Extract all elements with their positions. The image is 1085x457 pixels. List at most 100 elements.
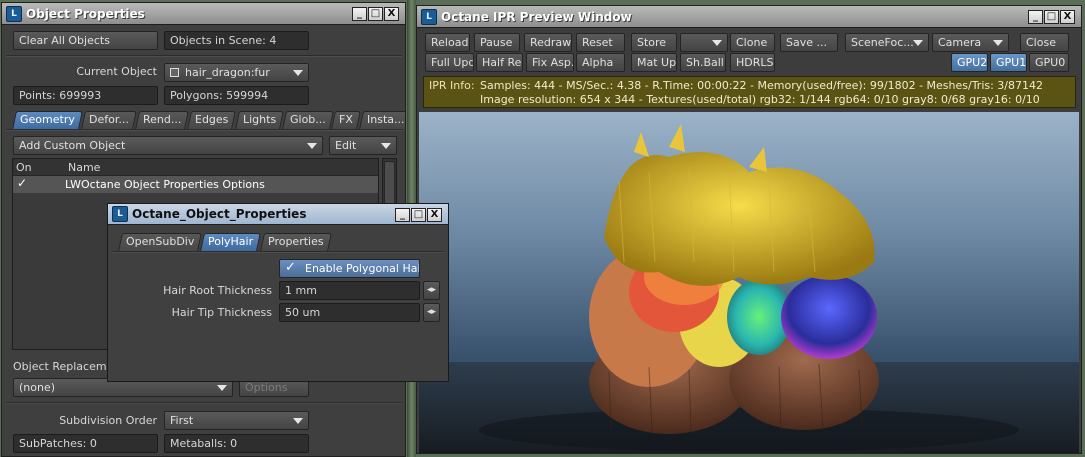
close-ipr-button[interactable]: Close xyxy=(1020,33,1069,52)
replacement-value: (none) xyxy=(19,381,56,394)
list-header: On Name xyxy=(13,159,378,176)
list-item-name: LWOctane Object Properties Options xyxy=(65,178,265,191)
clone-button[interactable]: Clone xyxy=(730,33,775,52)
add-custom-object-label: Add Custom Object xyxy=(19,139,126,152)
lightwave-app-icon: L xyxy=(421,8,437,25)
tab-underline xyxy=(112,251,444,253)
shader-ball-button[interactable]: Sh.Ball xyxy=(680,53,726,72)
hair-root-thickness-input[interactable]: 1 mm xyxy=(279,281,420,300)
half-res-button[interactable]: Half Res xyxy=(476,53,523,72)
tab-deformations[interactable]: Defor... xyxy=(80,111,137,129)
lightwave-app-icon: L xyxy=(6,5,22,22)
tab-instance[interactable]: Insta... xyxy=(359,111,405,129)
octane-dialog-tabs: OpenSubDiv PolyHair Properties xyxy=(118,233,332,251)
dialog-title: Octane_Object_Properties xyxy=(132,207,307,221)
close-button[interactable]: X xyxy=(427,208,442,222)
chevron-down-icon xyxy=(712,40,722,46)
divider xyxy=(6,55,402,57)
scene-focus-dropdown[interactable]: SceneFoc... xyxy=(845,33,929,52)
ipr-info-panel: IPR Info: Samples: 444 - MS/Sec.: 4.38 -… xyxy=(423,76,1076,108)
minimize-button[interactable]: _ xyxy=(352,7,367,21)
subpatches-readout: SubPatches: 0 xyxy=(13,434,158,453)
subdivision-order-value: First xyxy=(170,414,194,427)
metaballs-readout: Metaballs: 0 xyxy=(164,434,309,453)
resolution-stats: Image resolution: 654 x 344 - Textures(u… xyxy=(480,93,1040,106)
tab-global[interactable]: Glob... xyxy=(281,111,334,129)
store-button[interactable]: Store xyxy=(631,33,677,52)
object-properties-titlebar[interactable]: L Object Properties _ □ X xyxy=(2,3,405,25)
chevron-down-icon xyxy=(381,143,391,149)
ipr-info-label: IPR Info: xyxy=(429,79,475,92)
tab-opensubdiv[interactable]: OpenSubDiv xyxy=(118,233,203,251)
tab-underline xyxy=(6,129,402,131)
add-custom-object-dropdown[interactable]: Add Custom Object xyxy=(13,136,323,155)
maximize-button[interactable]: □ xyxy=(368,7,383,21)
tab-properties[interactable]: Properties xyxy=(259,233,332,251)
gpu0-toggle[interactable]: GPU0 xyxy=(1029,53,1069,72)
objects-in-scene-readout: Objects in Scene: 4 xyxy=(164,31,309,50)
tab-fx[interactable]: FX xyxy=(331,111,362,129)
chevron-down-icon xyxy=(913,40,923,46)
rendered-hair-dragon xyxy=(419,124,1079,453)
store-slot-dropdown[interactable] xyxy=(680,33,728,52)
hair-root-thickness-label: Hair Root Thickness xyxy=(163,284,272,297)
chevron-down-icon xyxy=(993,40,1003,46)
checkmark-icon[interactable]: ✓ xyxy=(17,176,27,190)
full-update-button[interactable]: Full Upd. xyxy=(425,53,474,72)
ipr-titlebar[interactable]: L Octane IPR Preview Window _ □ X xyxy=(417,6,1081,28)
octane-dialog-titlebar[interactable]: L Octane_Object_Properties _ □ X xyxy=(108,204,448,225)
render-viewport[interactable] xyxy=(419,112,1079,453)
polygons-readout: Polygons: 599994 xyxy=(164,86,309,105)
object-properties-tabs: Geometry Defor... Rend... Edges Lights G… xyxy=(12,111,405,129)
maximize-button[interactable]: □ xyxy=(411,208,426,222)
tab-lights[interactable]: Lights xyxy=(234,111,284,129)
minimize-button[interactable]: _ xyxy=(395,208,410,222)
reload-button[interactable]: Reload xyxy=(425,33,470,52)
column-name[interactable]: Name xyxy=(68,161,100,174)
tab-render[interactable]: Rend... xyxy=(134,111,189,129)
camera-dropdown[interactable]: Camera xyxy=(932,33,1009,52)
hair-tip-thickness-input[interactable]: 50 um xyxy=(279,303,420,322)
column-on[interactable]: On xyxy=(16,161,32,174)
redraw-button[interactable]: Redraw xyxy=(524,33,572,52)
minimize-button[interactable]: _ xyxy=(1028,10,1043,24)
pause-button[interactable]: Pause xyxy=(474,33,520,52)
close-button[interactable]: X xyxy=(384,7,399,21)
ipr-preview-window: L Octane IPR Preview Window _ □ X Reload… xyxy=(416,5,1082,454)
hair-tip-stepper-icon[interactable]: ◂▸ xyxy=(423,303,440,322)
close-button[interactable]: X xyxy=(1060,10,1075,24)
chevron-down-icon xyxy=(293,418,303,424)
camera-value: Camera xyxy=(938,36,982,49)
tab-geometry[interactable]: Geometry xyxy=(12,111,83,129)
material-update-button[interactable]: Mat Upd xyxy=(631,53,677,72)
scene-focus-value: SceneFoc... xyxy=(851,36,914,49)
enable-polygonal-hair-label: Enable Polygonal Hair xyxy=(305,262,420,275)
gpu2-toggle[interactable]: GPU2 xyxy=(951,53,988,72)
save-button[interactable]: Save ... xyxy=(780,33,838,52)
alpha-button[interactable]: Alpha xyxy=(576,53,625,72)
list-item[interactable]: ✓ LWOctane Object Properties Options xyxy=(13,176,378,193)
fix-aspect-button[interactable]: Fix Asp. xyxy=(526,53,574,72)
object-icon xyxy=(170,68,179,77)
chevron-down-icon xyxy=(217,385,227,391)
edit-dropdown[interactable]: Edit xyxy=(329,136,397,155)
clear-all-objects-button[interactable]: Clear All Objects xyxy=(13,31,158,50)
current-object-dropdown[interactable]: hair_dragon:fur xyxy=(164,63,309,82)
enable-polygonal-hair-checkbox[interactable]: ✓ Enable Polygonal Hair xyxy=(279,259,420,278)
checkmark-icon: ✓ xyxy=(285,260,296,275)
gpu1-toggle[interactable]: GPU1 xyxy=(990,53,1027,72)
window-title: Octane IPR Preview Window xyxy=(441,9,632,24)
tab-edges[interactable]: Edges xyxy=(187,111,237,129)
reset-button[interactable]: Reset xyxy=(576,33,625,52)
current-object-label: Current Object xyxy=(76,65,157,78)
points-readout: Points: 699993 xyxy=(13,86,158,105)
subdivision-order-dropdown[interactable]: First xyxy=(164,411,309,430)
divider xyxy=(6,402,402,404)
tab-polyhair[interactable]: PolyHair xyxy=(200,233,262,251)
maximize-button[interactable]: □ xyxy=(1044,10,1059,24)
window-title: Object Properties xyxy=(26,6,145,21)
hdrls-button[interactable]: HDRLS xyxy=(730,53,775,72)
current-object-value: hair_dragon:fur xyxy=(185,66,270,79)
chevron-down-icon xyxy=(293,70,303,76)
hair-root-stepper-icon[interactable]: ◂▸ xyxy=(423,281,440,300)
